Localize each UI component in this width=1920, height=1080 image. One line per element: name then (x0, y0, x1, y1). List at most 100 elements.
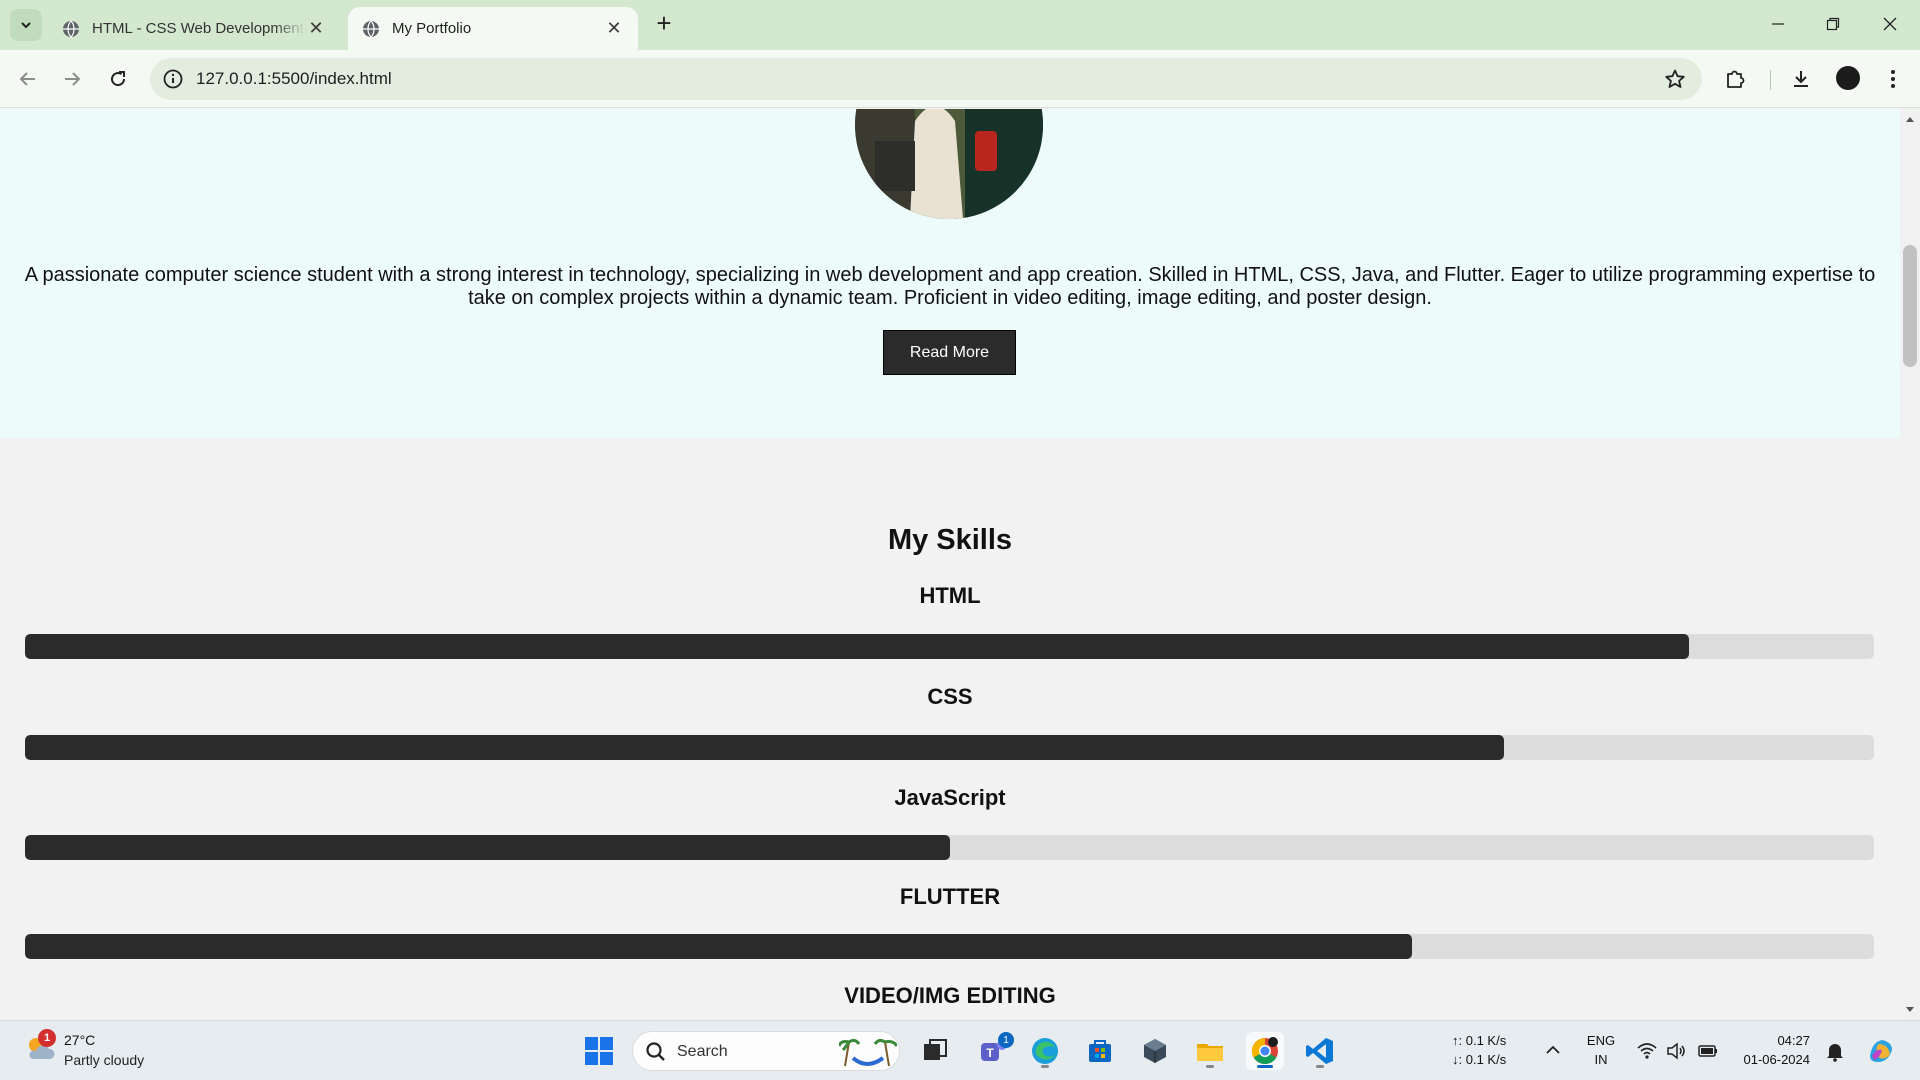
start-button[interactable] (580, 1032, 618, 1070)
profile-avatar[interactable] (1836, 66, 1860, 90)
site-info-icon[interactable] (162, 68, 184, 90)
downloads-button[interactable] (1788, 66, 1814, 92)
search-label: Search (677, 1043, 728, 1060)
search-highlight-icon (839, 1038, 897, 1067)
skill-fill (25, 934, 1412, 959)
weather-alert-badge: 1 (38, 1029, 56, 1047)
page-viewport: A passionate computer science student wi… (0, 109, 1900, 1020)
weather-desc: Partly cloudy (64, 1052, 145, 1068)
restore-icon (1826, 17, 1840, 31)
tab-search-button[interactable] (10, 9, 42, 41)
taskbar-search[interactable]: Search (632, 1031, 900, 1071)
running-indicator (1041, 1065, 1049, 1068)
taskbar: 1 27°C Partly cloudy Search T 1 ↑: 0.1 K… (0, 1020, 1920, 1080)
arrow-right-icon (65, 72, 81, 86)
tab-title: HTML - CSS Web Development (92, 20, 304, 37)
restore-button[interactable] (1811, 6, 1855, 42)
puzzle-icon (1727, 70, 1745, 88)
browser-menu-button[interactable] (1880, 66, 1906, 92)
chevron-up-icon[interactable] (1544, 1041, 1562, 1059)
running-indicator (1316, 1065, 1324, 1068)
folder-icon (1197, 1044, 1223, 1061)
minimize-button[interactable] (1756, 6, 1800, 42)
task-view-button[interactable] (916, 1032, 954, 1070)
page-scrollbar[interactable] (1900, 109, 1920, 1020)
reload-button[interactable] (103, 64, 133, 94)
read-more-button[interactable]: Read More (883, 330, 1016, 375)
chrome-icon (1251, 1037, 1278, 1065)
about-section: A passionate computer science student wi… (0, 109, 1900, 438)
skill-bar-javascript (25, 835, 1874, 860)
forward-button[interactable] (57, 64, 87, 94)
battery-icon[interactable] (1697, 1040, 1719, 1062)
teams-app[interactable]: T 1 (974, 1032, 1014, 1070)
language-line2[interactable]: IN (1584, 1052, 1618, 1067)
skill-name-javascript: JavaScript (894, 785, 1006, 810)
skill-fill (25, 735, 1505, 760)
running-indicator (1206, 1065, 1214, 1068)
vscode-icon (1306, 1038, 1333, 1064)
skills-title: My Skills (887, 524, 1013, 556)
edge-app[interactable] (1026, 1032, 1064, 1070)
tab-my-portfolio[interactable]: My Portfolio ✕ (348, 7, 638, 50)
browser-toolbar: 127.0.0.1:5500/index.html (0, 50, 1920, 108)
more-vertical-icon (1891, 70, 1895, 88)
volume-icon[interactable] (1665, 1040, 1687, 1062)
network-download: ↓: 0.1 K/s (1452, 1052, 1507, 1067)
scroll-up-arrow-icon[interactable] (1906, 117, 1914, 122)
skill-name-flutter: FLUTTER (899, 884, 1001, 909)
minimize-icon (1772, 23, 1784, 25)
language-line1[interactable]: ENG (1584, 1033, 1618, 1048)
download-icon (1794, 71, 1808, 87)
clock-time[interactable]: 04:27 (1736, 1033, 1810, 1048)
url-text[interactable]: 127.0.0.1:5500/index.html (196, 69, 392, 89)
tab-title: My Portfolio (392, 20, 472, 37)
extensions-button[interactable] (1722, 66, 1748, 92)
about-paragraph: A passionate computer science student wi… (24, 264, 1876, 309)
vscode-app[interactable] (1301, 1032, 1339, 1070)
svg-text:T: T (986, 1046, 994, 1060)
skill-bar-flutter (25, 934, 1874, 959)
close-tab-icon[interactable]: ✕ (604, 18, 624, 39)
skill-bar-html (25, 634, 1874, 659)
task-view-icon (924, 1039, 947, 1060)
skill-name-html: HTML (919, 583, 981, 608)
address-bar[interactable]: 127.0.0.1:5500/index.html (150, 58, 1702, 100)
weather-temp: 27°C (64, 1032, 96, 1048)
file-explorer-app[interactable] (1191, 1032, 1229, 1070)
chrome-app[interactable] (1246, 1032, 1284, 1070)
scroll-thumb[interactable] (1903, 245, 1917, 367)
tab-html-css[interactable]: HTML - CSS Web Development ✕ (48, 7, 340, 50)
scroll-down-arrow-icon[interactable] (1906, 1007, 1914, 1012)
toolbar-divider (1770, 70, 1771, 90)
windows-logo-icon (585, 1037, 613, 1065)
running-indicator (1257, 1065, 1273, 1068)
store-app[interactable] (1081, 1032, 1119, 1070)
network-upload: ↑: 0.1 K/s (1452, 1033, 1507, 1048)
skill-bar-css (25, 735, 1874, 760)
chevron-down-icon (21, 22, 31, 29)
skill-name-video-img-editing: VIDEO/IMG EDITING (844, 983, 1056, 1008)
skill-name-css: CSS (927, 684, 973, 709)
tab-strip: HTML - CSS Web Development ✕ My Portfoli… (0, 0, 1920, 50)
close-tab-icon[interactable]: ✕ (306, 18, 326, 39)
skill-fill (25, 835, 950, 860)
close-icon (1883, 17, 1897, 31)
copilot-icon[interactable] (1866, 1036, 1896, 1066)
edge-icon (1032, 1038, 1058, 1064)
bookmark-star-icon[interactable] (1664, 68, 1686, 90)
globe-icon (363, 20, 379, 37)
close-window-button[interactable] (1868, 6, 1912, 42)
skill-fill (25, 634, 1690, 659)
wifi-icon[interactable] (1636, 1040, 1658, 1062)
unity-app[interactable] (1136, 1032, 1174, 1070)
globe-icon (63, 20, 79, 37)
new-tab-button[interactable]: + (650, 10, 678, 38)
notification-bell-icon[interactable] (1824, 1040, 1846, 1062)
profile-photo (855, 109, 1043, 219)
store-icon (1089, 1040, 1111, 1062)
search-icon (646, 1042, 665, 1061)
back-button[interactable] (13, 64, 43, 94)
clock-date[interactable]: 01-06-2024 (1736, 1052, 1811, 1067)
reload-icon (111, 71, 126, 87)
